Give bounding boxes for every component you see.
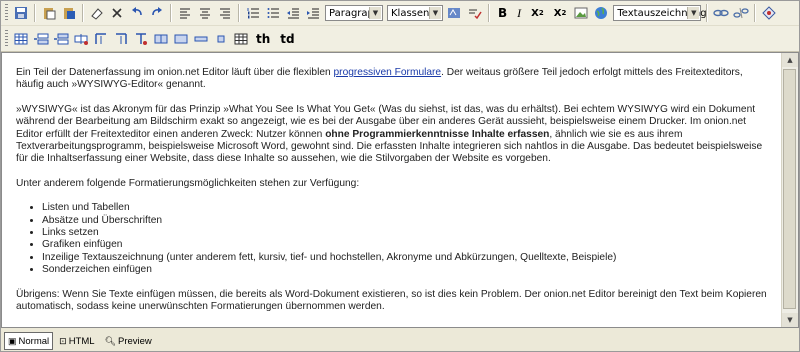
unordered-list-icon[interactable]: [264, 4, 282, 22]
outdent-icon[interactable]: [284, 4, 302, 22]
mode-preview-label: Preview: [118, 335, 152, 347]
redo-icon[interactable]: [148, 4, 166, 22]
paste-word-icon[interactable]: [60, 4, 78, 22]
merge-cells-icon[interactable]: [172, 30, 190, 48]
chevron-down-icon: ▼: [369, 7, 381, 19]
list-item: Absätze und Überschriften: [42, 215, 769, 227]
toolbar-grip: [5, 29, 8, 48]
html-mode-icon: ⊡: [59, 335, 67, 346]
paragraph-intro: Ein Teil der Datenerfassung im onion.net…: [16, 67, 769, 92]
separator: [170, 4, 171, 22]
td-button[interactable]: td: [276, 30, 298, 48]
editor-content-area[interactable]: Ein Teil der Datenerfassung im onion.net…: [1, 52, 799, 328]
cell-props-icon[interactable]: [212, 30, 230, 48]
mode-normal-label: Normal: [18, 335, 50, 347]
wysiwyg-editor: Paragraph ▼ Klassen ▼ B I X2 X2 Textauszei…: [0, 0, 800, 352]
normal-mode-icon: ▣: [8, 335, 17, 346]
spellcheck-icon[interactable]: [466, 4, 484, 22]
toolbar-row-2: th td: [1, 26, 799, 51]
link-icon[interactable]: [712, 4, 730, 22]
insert-col-before-icon[interactable]: [92, 30, 110, 48]
format-options-list: Listen und Tabellen Absätze und Überschr…: [16, 202, 769, 276]
align-center-icon[interactable]: [196, 4, 214, 22]
paragraph-word-paste: Übrigens: Wenn Sie Texte einfügen müssen…: [16, 288, 767, 313]
insert-row-before-icon[interactable]: [32, 30, 50, 48]
insert-row-after-icon[interactable]: [52, 30, 70, 48]
th-button[interactable]: th: [252, 30, 274, 48]
unlink-icon[interactable]: [732, 4, 750, 22]
row-props-icon[interactable]: [192, 30, 210, 48]
align-left-icon[interactable]: [176, 4, 194, 22]
align-right-icon[interactable]: [216, 4, 234, 22]
vertical-scrollbar[interactable]: ▲ ▼: [781, 53, 798, 327]
editor-mode-bar: ▣ Normal ⊡ HTML 🔍︎ Preview: [1, 330, 800, 352]
undo-icon[interactable]: [128, 4, 146, 22]
chevron-down-icon: ▼: [687, 7, 700, 19]
bold-button[interactable]: B: [494, 4, 511, 22]
chevron-down-icon: ▼: [429, 7, 441, 19]
separator: [238, 4, 239, 22]
subscript-button[interactable]: X2: [527, 4, 548, 22]
table-grid-icon[interactable]: [232, 30, 250, 48]
list-item: Inzeilige Textauszeichnung (unter andere…: [42, 252, 769, 264]
class-select-value: Klassen: [391, 7, 430, 19]
superscript-button[interactable]: X2: [550, 4, 571, 22]
separator: [488, 4, 489, 22]
mode-preview-tab[interactable]: 🔍︎ Preview: [101, 332, 156, 350]
acronym-icon[interactable]: [446, 4, 464, 22]
delete-icon[interactable]: [108, 4, 126, 22]
toolbar-grip: [5, 4, 8, 22]
magnifier-icon: 🔍︎: [104, 335, 116, 346]
scroll-up-icon[interactable]: ▲: [782, 53, 798, 67]
paragraph-intro-text: Ein Teil der Datenerfassung im onion.net…: [16, 67, 334, 78]
list-item: Sonderzeichen einfügen: [42, 264, 769, 276]
scrollbar-thumb[interactable]: [783, 69, 796, 309]
separator: [34, 4, 35, 22]
text-markup-select[interactable]: Textauszeichnung ▼: [613, 5, 707, 21]
indent-icon[interactable]: [304, 4, 322, 22]
image-icon[interactable]: [572, 4, 590, 22]
paste-icon[interactable]: [40, 4, 58, 22]
progressive-forms-link[interactable]: progressiven Formulare: [334, 67, 442, 78]
editor-document[interactable]: Ein Teil der Datenerfassung im onion.net…: [2, 53, 781, 327]
separator: [754, 4, 756, 22]
list-item: Links setzen: [42, 227, 769, 239]
separator: [82, 4, 83, 22]
split-cells-icon[interactable]: [152, 30, 170, 48]
table-icon[interactable]: [12, 30, 30, 48]
ordered-list-icon[interactable]: [244, 4, 262, 22]
save-icon[interactable]: [12, 4, 30, 22]
delete-row-icon[interactable]: [72, 30, 90, 48]
editor-toolbar: Paragraph ▼ Klassen ▼ B I X2 X2 Textauszei…: [1, 1, 799, 52]
list-item: Listen und Tabellen: [42, 202, 769, 214]
toolbar-row-1: Paragraph ▼ Klassen ▼ B I X2 X2 Textauszei…: [1, 1, 799, 26]
special-chars-icon[interactable]: [760, 4, 778, 22]
eraser-icon[interactable]: [88, 4, 106, 22]
scroll-down-icon[interactable]: ▼: [782, 313, 798, 327]
paragraph-wysiwyg: »WYSIWYG« ist das Akronym für das Prinzi…: [16, 104, 769, 166]
globe-icon[interactable]: [592, 4, 610, 22]
paragraph-wysiwyg-bold: ohne Programmierkenntnisse Inhalte erfas…: [325, 128, 550, 140]
paragraph-list-intro: Unter anderem folgende Formatierungsmögl…: [16, 177, 360, 189]
italic-button[interactable]: I: [513, 4, 525, 22]
delete-col-icon[interactable]: [132, 30, 150, 48]
mode-normal-tab[interactable]: ▣ Normal: [4, 332, 54, 350]
insert-col-after-icon[interactable]: [112, 30, 130, 48]
mode-html-label: HTML: [68, 335, 95, 347]
class-select[interactable]: Klassen ▼: [387, 5, 443, 21]
list-item: Grafiken einfügen: [42, 239, 769, 251]
mode-html-tab[interactable]: ⊡ HTML: [55, 332, 98, 350]
paragraph-format-select[interactable]: Paragraph ▼: [325, 5, 383, 21]
